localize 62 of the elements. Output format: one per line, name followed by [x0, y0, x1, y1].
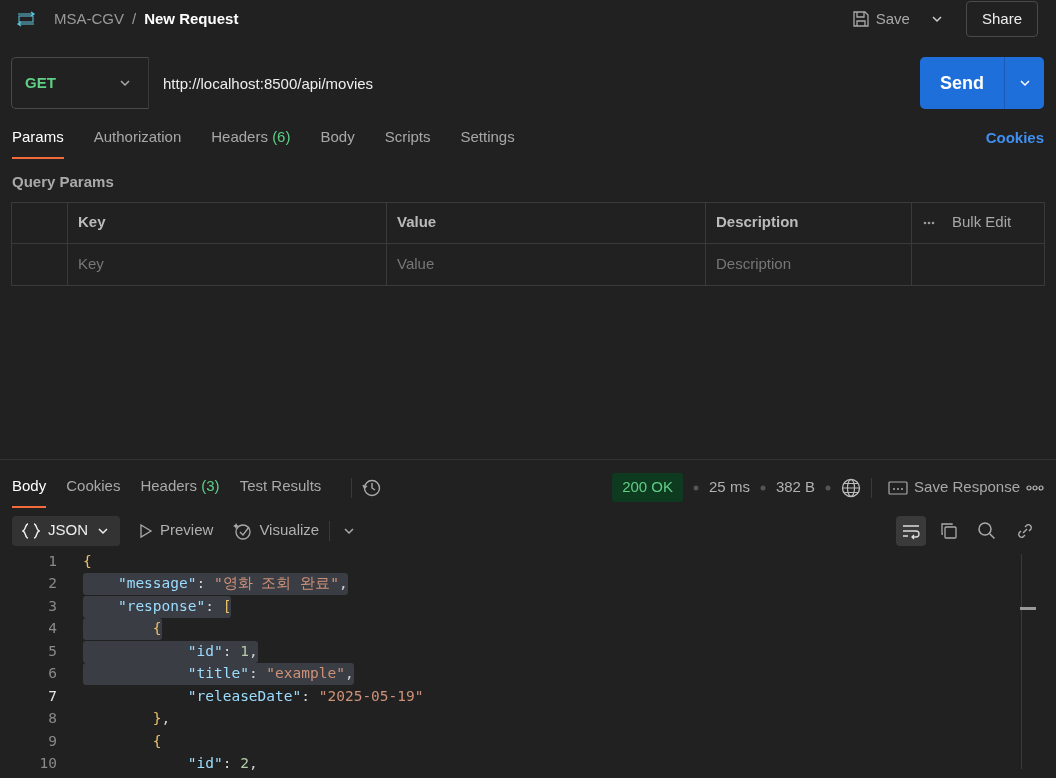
breadcrumb-separator: /	[132, 8, 137, 29]
url-field[interactable]: http://localhost:8500/api/movies	[149, 57, 910, 109]
breadcrumb-link[interactable]: MSA-CGV	[54, 7, 124, 31]
method-dropdown[interactable]: GET	[11, 57, 149, 109]
request-tab[interactable]: Scripts	[384, 117, 431, 159]
request-tab[interactable]: Body	[320, 117, 355, 159]
request-tab[interactable]: Authorization	[93, 117, 182, 159]
line-number: 4	[47, 619, 57, 639]
scrollbar-thumb[interactable]	[1020, 606, 1036, 610]
bulk-edit-button[interactable]: Bulk Edit	[952, 211, 1012, 234]
code-line: {	[83, 551, 92, 571]
visualize-button[interactable]: Visualize	[223, 519, 330, 542]
response-tab[interactable]: Headers (3)	[140, 467, 220, 508]
line-number: 1	[47, 551, 57, 571]
share-button[interactable]: Share	[965, 0, 1038, 38]
line-number: 10	[38, 754, 57, 774]
request-tab[interactable]: Params	[12, 117, 64, 159]
line-number: 5	[47, 641, 57, 661]
tag-icon	[888, 479, 909, 496]
line-number: 3	[47, 596, 57, 616]
save-button[interactable]: Save	[845, 3, 916, 35]
param-field[interactable]: Value	[397, 252, 695, 276]
column-header: Value	[387, 202, 706, 244]
column-header: Key	[68, 202, 387, 244]
preview-button[interactable]: Preview	[128, 519, 224, 542]
request-tab[interactable]: Settings	[460, 117, 515, 159]
param-field[interactable]: Description	[716, 252, 901, 276]
section-heading: Query Params	[11, 172, 115, 192]
response-tab[interactable]: Cookies	[66, 467, 121, 508]
code-line: {	[151, 731, 162, 751]
history-icon[interactable]	[362, 477, 383, 498]
cookies-link[interactable]: Cookies	[985, 126, 1044, 150]
separator-dot-icon	[825, 484, 832, 491]
response-tab[interactable]: Body	[12, 467, 47, 508]
status-badge: 200 OK	[612, 473, 684, 502]
code-line: },	[151, 709, 171, 729]
wrap-lines-button[interactable]	[896, 515, 926, 546]
code-line: "releaseDate": "2025-05-19"	[186, 686, 424, 706]
save-response-button[interactable]: Save Response	[882, 472, 1026, 503]
code-line: "id": 2,	[186, 754, 258, 774]
request-tab[interactable]: Headers (6)	[211, 117, 291, 159]
line-number: 6	[47, 664, 57, 684]
play-icon	[138, 522, 154, 539]
send-button[interactable]: Send	[920, 57, 1004, 109]
braces-icon	[22, 521, 40, 540]
copy-icon[interactable]	[939, 520, 959, 541]
format-dropdown[interactable]: JSON	[12, 515, 120, 546]
response-tab[interactable]: Test Results	[239, 467, 322, 508]
response-size: 382 B	[775, 477, 816, 498]
line-number: 7	[47, 686, 57, 706]
globe-icon[interactable]	[841, 477, 862, 498]
request-title: New Request	[144, 8, 239, 29]
response-time: 25 ms	[709, 477, 750, 498]
param-field[interactable]: Key	[78, 252, 376, 276]
line-number: 2	[47, 574, 57, 594]
separator-dot-icon	[693, 484, 700, 491]
search-icon[interactable]	[977, 520, 997, 541]
separator-dot-icon	[759, 484, 766, 491]
column-header: Description	[706, 202, 912, 244]
more-icon[interactable]	[1026, 482, 1044, 493]
line-number: 8	[47, 709, 57, 729]
line-number: 9	[47, 731, 57, 751]
